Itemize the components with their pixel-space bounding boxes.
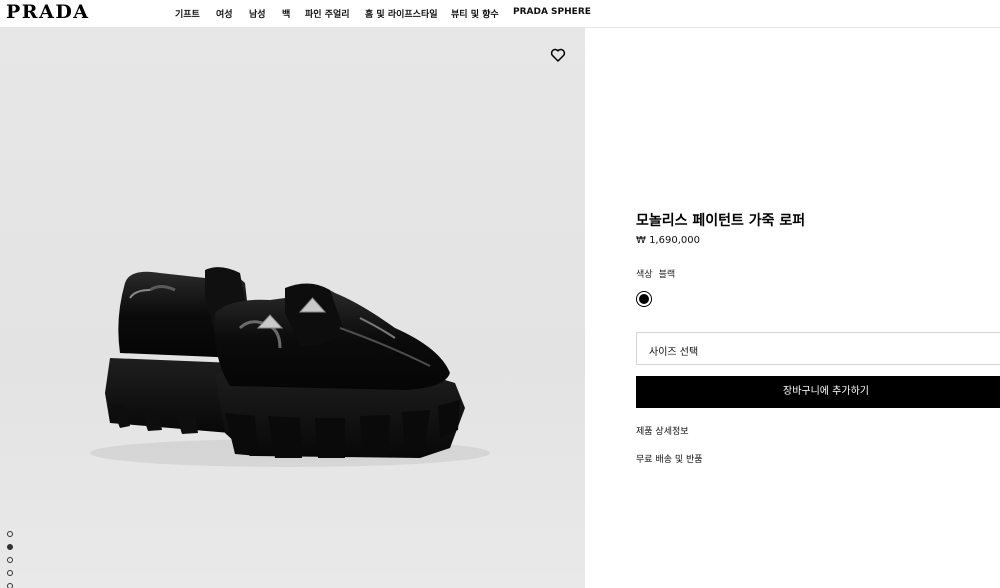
nav-item-men[interactable]: 남성 [249,7,266,20]
nav-item-prada-sphere[interactable]: PRADA SPHERE [513,7,591,17]
gallery-dot-4[interactable] [7,570,13,576]
add-to-cart-button[interactable]: 장바구니에 추가하기 [636,376,1000,408]
shipping-returns-link[interactable]: 무료 배송 및 반품 [636,452,703,465]
color-swatch-black[interactable] [636,291,652,307]
size-select[interactable]: 사이즈 선택 [636,332,1000,365]
nav-item-fine-jewelry[interactable]: 파인 주얼리 [305,7,350,20]
wishlist-heart-icon[interactable] [549,46,567,64]
gallery-pagination [7,531,13,588]
product-image-gallery[interactable] [0,28,585,588]
gallery-dot-2[interactable] [7,544,13,550]
nav-item-gifts[interactable]: 기프트 [175,7,200,20]
color-value: 블랙 [658,270,676,280]
nav-item-home-lifestyle[interactable]: 홈 및 라이프스타일 [365,7,438,20]
product-price: ₩ 1,690,000 [636,235,700,246]
size-select-placeholder: 사이즈 선택 [649,347,699,358]
nav-item-women[interactable]: 여성 [216,7,233,20]
brand-logo[interactable]: PRADA [6,1,90,23]
color-label: 색상 [636,270,653,280]
product-title: 모놀리스 페이턴트 가죽 로퍼 [636,213,806,229]
gallery-dot-3[interactable] [7,557,13,563]
product-details-link[interactable]: 제품 상세정보 [636,424,689,437]
gallery-dot-5[interactable] [7,583,13,588]
product-info-panel: 모놀리스 페이턴트 가죽 로퍼 ₩ 1,690,000 색상 블랙 사이즈 선택 … [636,0,1000,588]
gallery-dot-1[interactable] [7,531,13,537]
nav-item-beauty-fragrance[interactable]: 뷰티 및 향수 [451,7,499,20]
product-image [90,267,490,467]
color-label-row: 색상 블랙 [636,267,681,280]
nav-item-bags[interactable]: 백 [282,7,290,20]
